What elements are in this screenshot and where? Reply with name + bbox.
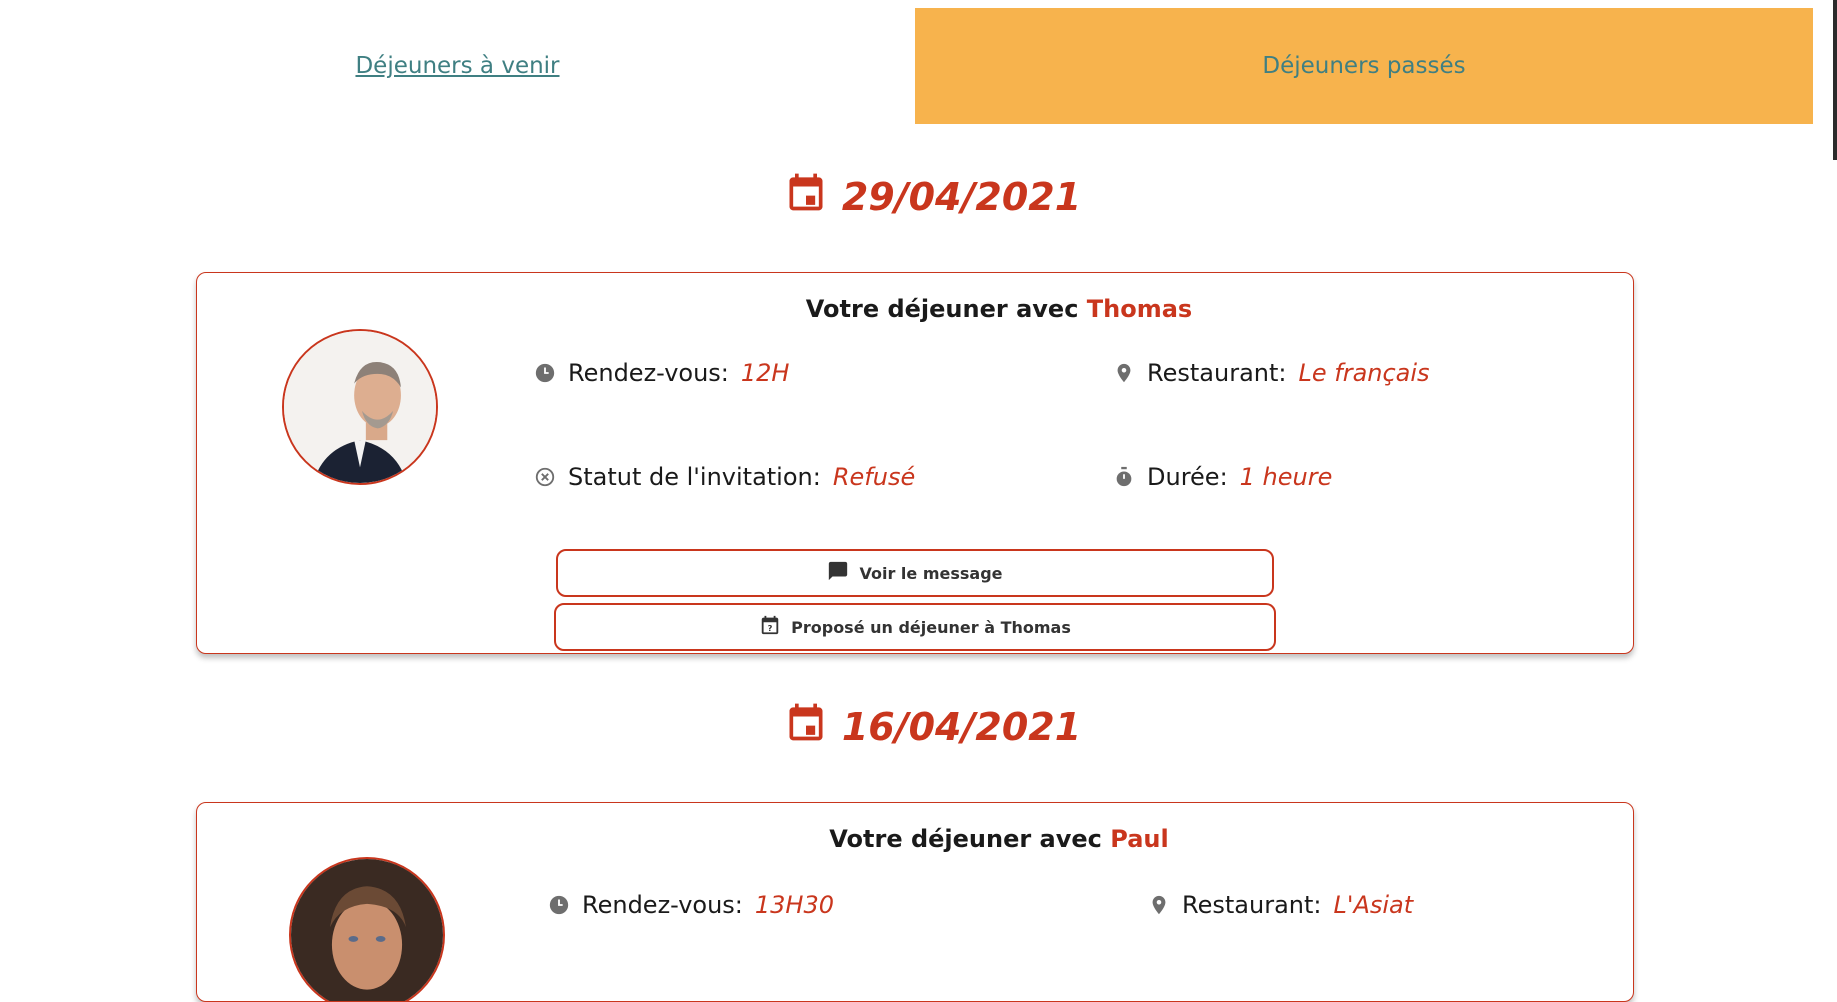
rendezvous-label: Rendez-vous:: [582, 891, 743, 919]
cancel-circle-icon: [534, 466, 556, 488]
status-info: Statut de l'invitation: Refusé: [534, 463, 915, 491]
card-title: Votre déjeuner avec Paul: [197, 825, 1633, 853]
propose-lunch-button[interactable]: ? Proposé un déjeuner à Thomas: [554, 603, 1276, 651]
duration-info: Durée: 1 heure: [1113, 463, 1332, 491]
status-value: Refusé: [832, 463, 916, 491]
rendezvous-info: Rendez-vous: 13H30: [548, 891, 834, 919]
tab-past-lunches[interactable]: Déjeuners passés: [915, 8, 1813, 124]
view-message-button[interactable]: Voir le message: [556, 549, 1274, 597]
status-label: Statut de l'invitation:: [568, 463, 821, 491]
person-name: Paul: [1110, 825, 1169, 853]
location-pin-icon: [1113, 362, 1135, 384]
date-heading: 29/04/2021: [0, 170, 1837, 223]
rendezvous-value: 13H30: [754, 891, 834, 919]
duration-value: 1 heure: [1239, 463, 1333, 491]
view-message-label: Voir le message: [859, 563, 1003, 583]
clock-icon: [548, 894, 570, 916]
location-pin-icon: [1148, 894, 1170, 916]
svg-text:?: ?: [768, 623, 773, 633]
rendezvous-label: Rendez-vous:: [568, 359, 729, 387]
lunch-card: Votre déjeuner avec Thomas Rendez-vous: …: [196, 272, 1634, 654]
restaurant-label: Restaurant:: [1147, 359, 1287, 387]
date-text: 29/04/2021: [841, 174, 1082, 219]
calendar-question-icon: ?: [759, 614, 781, 640]
date-heading: 16/04/2021: [0, 700, 1837, 753]
propose-lunch-label: Proposé un déjeuner à Thomas: [791, 617, 1071, 637]
restaurant-label: Restaurant:: [1182, 891, 1322, 919]
title-prefix: Votre déjeuner avec: [805, 295, 1079, 323]
restaurant-value: L'Asiat: [1333, 891, 1414, 919]
tabs-bar: Déjeuners à venir Déjeuners passés: [0, 8, 1815, 124]
person-name: Thomas: [1086, 295, 1193, 323]
avatar: [289, 857, 445, 1001]
duration-label: Durée:: [1147, 463, 1228, 491]
calendar-icon: [784, 170, 828, 223]
stopwatch-icon: [1113, 466, 1135, 488]
scrollbar[interactable]: [1833, 0, 1837, 160]
avatar: [282, 329, 438, 485]
clock-icon: [534, 362, 556, 384]
rendezvous-info: Rendez-vous: 12H: [534, 359, 789, 387]
date-text: 16/04/2021: [841, 704, 1082, 749]
lunch-card: Votre déjeuner avec Paul Rendez-vous: 13…: [196, 802, 1634, 1002]
tab-upcoming-lunches[interactable]: Déjeuners à venir: [0, 8, 915, 124]
restaurant-info: Restaurant: L'Asiat: [1148, 891, 1413, 919]
restaurant-value: Le français: [1298, 359, 1430, 387]
chat-bubble-icon: [827, 560, 849, 586]
card-title: Votre déjeuner avec Thomas: [197, 295, 1633, 323]
restaurant-info: Restaurant: Le français: [1113, 359, 1430, 387]
rendezvous-value: 12H: [740, 359, 790, 387]
title-prefix: Votre déjeuner avec: [829, 825, 1102, 853]
calendar-icon: [784, 700, 828, 753]
